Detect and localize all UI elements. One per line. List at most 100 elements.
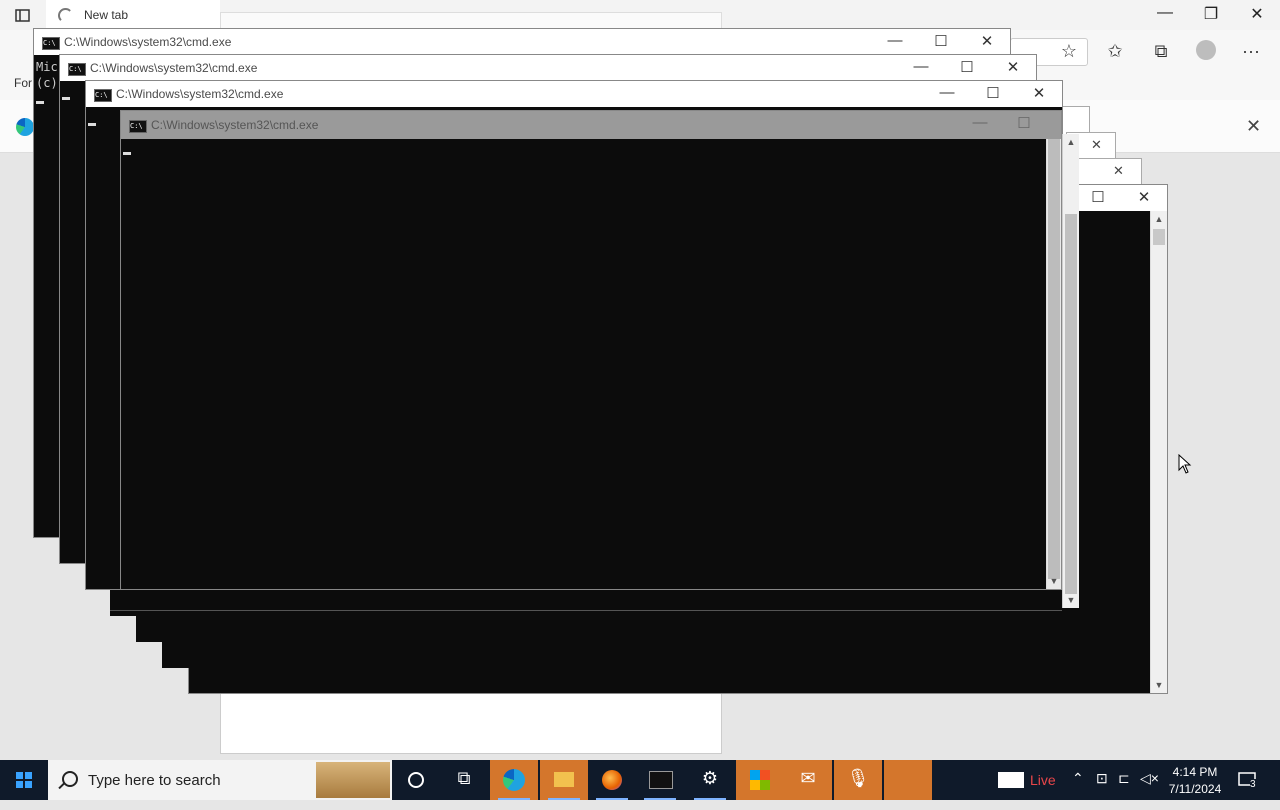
scroll-thumb[interactable] bbox=[1065, 214, 1077, 594]
cmd-title: C:\Windows\system32\cmd.exe bbox=[90, 61, 258, 75]
clock-date: 7/11/2024 bbox=[1168, 782, 1222, 796]
console-cursor bbox=[36, 101, 44, 104]
browser-minimize-button[interactable]: — bbox=[1150, 4, 1180, 22]
minimize-button[interactable]: — bbox=[932, 84, 962, 101]
close-button[interactable]: ✕ bbox=[1024, 84, 1054, 102]
firefox-icon bbox=[602, 770, 622, 790]
start-button[interactable] bbox=[0, 760, 48, 800]
browser-window-controls: — ❐ ✕ bbox=[1150, 0, 1280, 30]
taskbar-empty-slot[interactable] bbox=[884, 760, 932, 800]
scrollbar[interactable]: ▲ ▼ bbox=[1062, 134, 1079, 608]
scroll-thumb[interactable] bbox=[1153, 229, 1165, 245]
network-icon[interactable]: ⊏ bbox=[1118, 770, 1130, 810]
task-view-icon: ⧉ bbox=[457, 768, 471, 788]
cmd-app-icon: C:\ bbox=[129, 120, 147, 133]
cmd-title: C:\Windows\system32\cmd.exe bbox=[151, 118, 319, 132]
cmd-window-active[interactable]: C:\ C:\Windows\system32\cmd.exe — ☐ ▼ bbox=[120, 110, 1062, 590]
store-icon bbox=[750, 770, 770, 790]
mail-button[interactable]: ✉ bbox=[784, 760, 832, 800]
close-icon[interactable]: ✕ bbox=[1113, 163, 1124, 179]
browser-tab-title: New tab bbox=[84, 8, 129, 22]
cortana-icon bbox=[408, 772, 424, 788]
maximize-button[interactable]: ☐ bbox=[926, 32, 956, 50]
close-button[interactable]: ✕ bbox=[972, 32, 1002, 50]
console-cursor bbox=[123, 152, 131, 155]
close-notification-icon[interactable]: ✕ bbox=[1246, 116, 1261, 137]
scroll-down-icon[interactable]: ▼ bbox=[1047, 573, 1061, 589]
store-button[interactable] bbox=[736, 760, 784, 800]
notification-count: 3 bbox=[1250, 779, 1256, 790]
edge-logo-icon bbox=[16, 118, 34, 136]
file-explorer-icon bbox=[554, 772, 574, 787]
search-highlight-image bbox=[316, 762, 390, 798]
cortana-button[interactable] bbox=[392, 760, 440, 800]
collections-icon[interactable]: ⧉ bbox=[1148, 40, 1174, 62]
search-icon bbox=[62, 771, 78, 787]
scroll-up-icon[interactable]: ▲ bbox=[1151, 211, 1167, 227]
maximize-button[interactable]: ☐ bbox=[1083, 188, 1113, 206]
scroll-down-icon[interactable]: ▼ bbox=[1063, 592, 1079, 608]
minimize-button[interactable]: — bbox=[906, 58, 936, 75]
minimize-button[interactable]: — bbox=[880, 32, 910, 49]
volume-muted-icon[interactable]: ◁× bbox=[1140, 770, 1159, 810]
favorites-icon[interactable]: ✩ bbox=[1102, 40, 1128, 62]
action-center-icon[interactable]: 3 bbox=[1236, 770, 1262, 792]
news-weather-icon[interactable] bbox=[998, 772, 1024, 788]
cmd-title-bar[interactable]: C:\ C:\Windows\system32\cmd.exe — ☐ ✕ bbox=[60, 55, 1036, 81]
cmd-title-bar[interactable]: C:\ C:\Windows\system32\cmd.exe — ☐ ✕ bbox=[34, 29, 1010, 55]
settings-button[interactable]: ⚙ bbox=[686, 760, 734, 800]
taskbar-search[interactable]: Type here to search bbox=[48, 760, 392, 800]
maximize-button[interactable]: ☐ bbox=[952, 58, 982, 76]
recorder-icon: 🎙 bbox=[846, 768, 870, 788]
scroll-down-icon[interactable]: ▼ bbox=[1151, 677, 1167, 693]
browser-tab[interactable]: New tab bbox=[46, 0, 220, 30]
minimize-button[interactable]: — bbox=[965, 114, 995, 131]
console-line: (c) bbox=[36, 76, 58, 90]
cmd-title-bar[interactable]: C:\ C:\Windows\system32\cmd.exe — ☐ bbox=[121, 111, 1061, 139]
windows-logo-icon bbox=[16, 772, 32, 788]
gear-icon: ⚙ bbox=[701, 768, 719, 788]
scroll-up-icon[interactable]: ▲ bbox=[1063, 134, 1079, 150]
console-cursor bbox=[62, 97, 70, 100]
cmd-app-icon: C:\ bbox=[94, 89, 112, 102]
show-hidden-icons-icon[interactable]: ⌃ bbox=[1072, 770, 1084, 810]
task-view-button[interactable]: ⧉ bbox=[440, 760, 488, 800]
edge-icon bbox=[503, 769, 525, 791]
maximize-button[interactable]: ☐ bbox=[978, 84, 1008, 102]
clock-time: 4:14 PM bbox=[1172, 765, 1218, 779]
file-explorer-button[interactable] bbox=[540, 760, 588, 800]
recorder-button[interactable]: 🎙 bbox=[834, 760, 882, 800]
cmd-window-edge bbox=[110, 590, 1062, 611]
mail-icon: ✉ bbox=[800, 768, 816, 788]
meet-now-icon[interactable]: ⊡ bbox=[1096, 770, 1108, 810]
scrollbar[interactable]: ▲ ▼ bbox=[1150, 211, 1167, 693]
cmd-app-icon: C:\ bbox=[68, 63, 86, 76]
search-placeholder: Type here to search bbox=[88, 772, 221, 789]
close-button[interactable]: ✕ bbox=[1129, 188, 1159, 206]
background-panel bbox=[220, 690, 722, 754]
mouse-pointer-icon bbox=[1178, 453, 1192, 479]
cmd-title: C:\Windows\system32\cmd.exe bbox=[64, 35, 232, 49]
cmd-app-icon: C:\ bbox=[42, 37, 60, 50]
edge-taskbar-button[interactable] bbox=[490, 760, 538, 800]
taskbar-clock[interactable]: 4:14 PM 7/11/2024 bbox=[1160, 764, 1230, 798]
firefox-button[interactable] bbox=[588, 760, 636, 800]
loading-icon bbox=[58, 8, 73, 23]
profile-icon[interactable] bbox=[1196, 40, 1216, 60]
cmd-title: C:\Windows\system32\cmd.exe bbox=[116, 87, 284, 101]
tab-actions-icon[interactable] bbox=[14, 8, 32, 24]
close-icon[interactable]: ✕ bbox=[1091, 137, 1102, 153]
browser-close-button[interactable]: ✕ bbox=[1242, 4, 1272, 24]
add-favorite-icon[interactable]: ☆ bbox=[1056, 40, 1082, 62]
browser-restore-button[interactable]: ❐ bbox=[1196, 4, 1226, 24]
cmd-title-bar[interactable]: C:\ C:\Windows\system32\cmd.exe — ☐ ✕ bbox=[86, 81, 1062, 107]
more-icon[interactable]: ··· bbox=[1238, 40, 1264, 62]
maximize-button[interactable]: ☐ bbox=[1009, 114, 1039, 132]
scrollbar[interactable]: ▼ bbox=[1046, 139, 1061, 589]
live-label[interactable]: Live bbox=[1030, 772, 1056, 788]
scroll-thumb[interactable] bbox=[1048, 139, 1060, 579]
terminal-button[interactable] bbox=[636, 760, 684, 800]
console-line: Mic bbox=[36, 60, 58, 74]
terminal-icon bbox=[649, 771, 673, 789]
close-button[interactable]: ✕ bbox=[998, 58, 1028, 76]
